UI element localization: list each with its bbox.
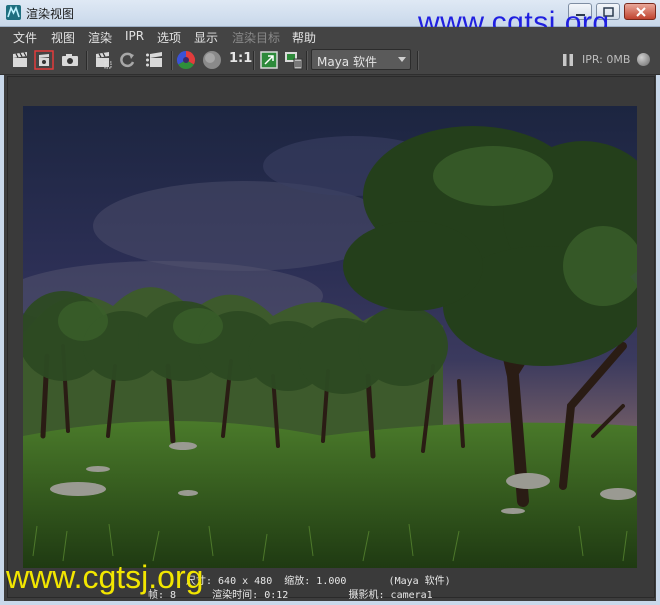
maya-app-icon bbox=[6, 5, 21, 20]
rendered-image[interactable] bbox=[23, 106, 637, 568]
remove-image-icon[interactable] bbox=[284, 50, 304, 70]
rgb-channel-icon[interactable] bbox=[176, 50, 196, 70]
render-info-size: 尺寸: 640 x 480 缩放: 1.000 (Maya 软件) bbox=[186, 576, 451, 587]
menu-view[interactable]: 视图 bbox=[51, 29, 75, 46]
watermark-bottom: www.cgtsj.org bbox=[6, 559, 204, 595]
menu-render-target[interactable]: 渲染目标 bbox=[232, 29, 280, 46]
ipr-render-icon[interactable] bbox=[145, 50, 165, 70]
clapboard-icon[interactable] bbox=[10, 50, 30, 70]
ipr-status-icon bbox=[637, 53, 650, 66]
menu-bar: 文件 视图 渲染 IPR 选项 显示 渲染目标 帮助 bbox=[0, 27, 660, 47]
toolbar-separator bbox=[417, 51, 419, 70]
chevron-down-icon bbox=[398, 57, 406, 62]
alpha-channel-icon[interactable] bbox=[202, 50, 222, 70]
toolbar-separator bbox=[171, 51, 173, 70]
close-icon bbox=[636, 7, 646, 17]
window-title: 渲染视图 bbox=[26, 7, 75, 21]
window-border-left bbox=[0, 27, 4, 605]
close-button[interactable] bbox=[624, 3, 656, 20]
renderer-value: Maya 软件 bbox=[317, 55, 377, 69]
menu-help[interactable]: 帮助 bbox=[292, 29, 316, 46]
renderer-dropdown[interactable]: Maya 软件 bbox=[311, 49, 411, 70]
refresh-icon[interactable] bbox=[117, 50, 137, 70]
toolbar-separator bbox=[86, 51, 88, 70]
render-region-icon[interactable] bbox=[93, 50, 113, 70]
snapshot-camera-icon[interactable] bbox=[60, 50, 80, 70]
render-toolbar: 1:1 Maya 软件 IPR: 0MB bbox=[0, 47, 660, 75]
menu-display[interactable]: 显示 bbox=[194, 29, 218, 46]
menu-file[interactable]: 文件 bbox=[13, 29, 37, 46]
keep-image-icon[interactable] bbox=[259, 50, 279, 70]
menu-options[interactable]: 选项 bbox=[157, 29, 181, 46]
toolbar-separator bbox=[306, 51, 308, 70]
forest-render-image bbox=[23, 106, 637, 568]
menu-render[interactable]: 渲染 bbox=[88, 29, 112, 46]
window-border-right bbox=[656, 27, 660, 605]
one-to-one-button[interactable]: 1:1 bbox=[229, 51, 252, 66]
toolbar-separator bbox=[253, 51, 255, 70]
window-border-bottom bbox=[0, 601, 660, 605]
redo-render-icon[interactable] bbox=[34, 50, 54, 70]
menu-ipr[interactable]: IPR bbox=[125, 29, 144, 43]
ipr-memory-status: IPR: 0MB bbox=[582, 53, 631, 66]
pause-icon[interactable] bbox=[563, 54, 573, 66]
